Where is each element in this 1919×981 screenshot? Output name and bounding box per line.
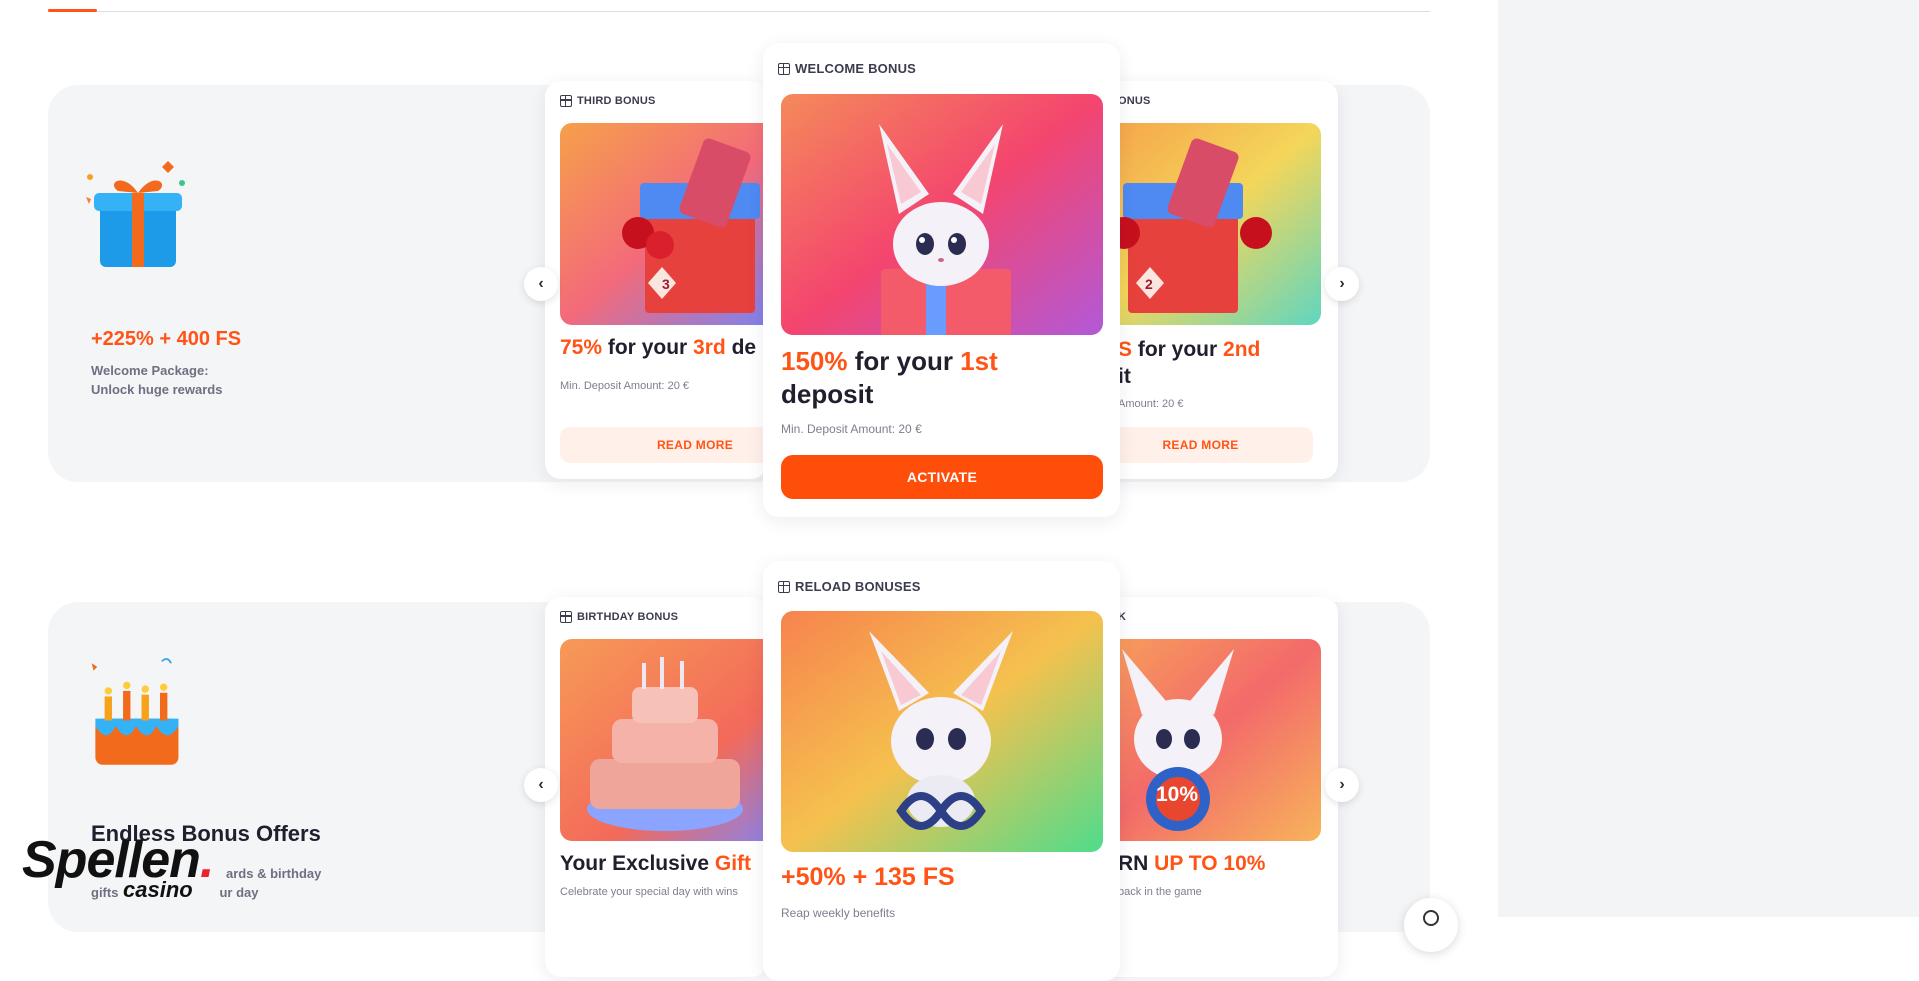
carousel-next-button[interactable]: › <box>1325 768 1359 802</box>
card-tag: RELOAD BONUSES <box>778 579 921 594</box>
card-tag-label: BIRTHDAY BONUS <box>577 611 679 623</box>
title-text: for your <box>847 346 961 376</box>
card-tag-label: WELCOME BONUS <box>795 61 917 76</box>
gift-icon <box>560 95 572 107</box>
birthday-bonus-title: Your Exclusive Gift <box>560 852 751 876</box>
card-tag: WELCOME BONUS <box>778 61 916 76</box>
reload-bonus-image <box>781 611 1103 852</box>
active-tab-indicator <box>48 9 97 12</box>
reload-bonus-title: +50% + 135 FS <box>781 863 955 891</box>
third-bonus-image: 3 <box>560 123 767 325</box>
title-text: for your <box>602 336 694 359</box>
min-deposit-text: Min. Deposit Amount: 20 € <box>781 422 922 436</box>
title-text: deposit <box>781 379 874 409</box>
activate-button[interactable]: ACTIVATE <box>781 455 1103 499</box>
second-bonus-image: 2 <box>1098 123 1321 325</box>
birthday-bonus-card[interactable]: BIRTHDAY BONUS Your Exclusive Gift Celeb… <box>545 597 767 977</box>
main-content: +225% + 400 FS Welcome Package: Unlock h… <box>0 0 1498 981</box>
title-highlight: 1st <box>960 346 998 376</box>
svg-text:2: 2 <box>1145 276 1153 292</box>
welcome-bonus-card[interactable]: WELCOME BONUS 150% for your 1st deposit <box>763 43 1120 517</box>
cashback-image: 10% <box>1098 639 1321 841</box>
second-bonus-title: S for your 2nd it <box>1118 336 1260 390</box>
gift-icon <box>778 580 790 593</box>
svg-text:3: 3 <box>662 276 670 292</box>
card-tag-label: RELOAD BONUSES <box>795 579 921 594</box>
welcome-bonus-title: 150% for your 1st deposit <box>781 345 998 411</box>
title-text: for your <box>1132 338 1224 361</box>
title-highlight: 75% <box>560 336 603 359</box>
welcome-package-description: Welcome Package: Unlock huge rewards <box>91 361 331 399</box>
title-highlight: 3rd <box>693 336 726 359</box>
title-highlight: S <box>1118 338 1133 361</box>
description-line: Welcome Package: <box>91 363 209 378</box>
cashback-subtitle: back in the game <box>1118 886 1202 898</box>
search-button[interactable] <box>1404 898 1458 952</box>
card-tag: THIRD BONUS <box>560 95 656 107</box>
tab-divider <box>48 11 1430 12</box>
gift-icon <box>778 62 790 75</box>
welcome-package-amount: +225% + 400 FS <box>91 328 242 350</box>
title-highlight: 2nd <box>1223 338 1261 361</box>
gift-box-icon <box>86 161 185 267</box>
carousel-next-button[interactable]: › <box>1325 267 1359 301</box>
title-highlight: 150% <box>781 346 848 376</box>
card-tag: BIRTHDAY BONUS <box>560 611 678 623</box>
gift-icon <box>560 611 572 623</box>
logo-dot: . <box>199 831 214 889</box>
reload-bonus-subtitle: Reap weekly benefits <box>781 906 896 920</box>
second-bonus-card[interactable]: ONUS 2 S for your 2nd it Amount: 20 € REA… <box>1098 81 1338 479</box>
carousel-prev-button[interactable]: ‹ <box>524 267 558 301</box>
third-bonus-card[interactable]: THIRD BONUS 3 75% for your 3rd de Min. D… <box>545 81 767 479</box>
birthday-bonus-subtitle: Celebrate your special day with wins <box>560 886 738 898</box>
card-tag-label: THIRD BONUS <box>577 95 656 107</box>
birthday-bonus-image <box>560 639 767 841</box>
title-highlight: Gift <box>714 852 752 875</box>
cashback-title: RN UP TO 10% <box>1118 852 1265 876</box>
title-text: Your Exclusive <box>560 852 715 875</box>
third-bonus-title: 75% for your 3rd de <box>560 336 756 360</box>
title-text: RN <box>1118 852 1155 875</box>
read-more-button[interactable]: READ MORE <box>560 427 767 463</box>
birthday-cake-icon <box>91 658 179 765</box>
logo-subword: casino <box>123 877 193 902</box>
cashback-card[interactable]: K 10% RN UP TO 10% back in the game <box>1098 597 1338 977</box>
cashback-badge: 10% <box>1156 783 1199 806</box>
title-highlight: UP TO 10% <box>1154 852 1266 875</box>
min-deposit-text: Min. Deposit Amount: 20 € <box>560 380 690 392</box>
welcome-bonus-image <box>781 94 1103 335</box>
read-more-button[interactable]: READ MORE <box>1098 427 1313 463</box>
right-panel <box>1498 0 1919 917</box>
title-text: de <box>725 336 757 359</box>
description-line: Unlock huge rewards <box>91 382 223 397</box>
carousel-prev-button[interactable]: ‹ <box>524 768 558 802</box>
card-tag: ONUS <box>1118 95 1151 107</box>
card-tag-label: ONUS <box>1118 95 1151 107</box>
spellen-casino-logo: Spellen. casino <box>22 830 232 910</box>
reload-bonus-card[interactable]: RELOAD BONUSES +50% + 135 FS Reap weekly… <box>763 561 1120 981</box>
min-deposit-text: Amount: 20 € <box>1118 398 1184 410</box>
